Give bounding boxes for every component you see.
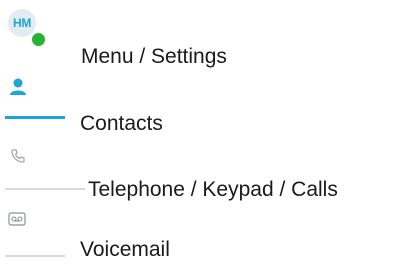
voicemail-label: Voicemail [80, 238, 170, 261]
voicemail-icon [8, 212, 26, 226]
nav-item-contacts[interactable]: Contacts [0, 76, 403, 136]
tab-divider [5, 255, 65, 257]
presence-status-icon [30, 31, 47, 48]
calls-label: Telephone / Keypad / Calls [88, 178, 338, 201]
tab-divider [5, 188, 85, 190]
active-tab-indicator [5, 116, 65, 119]
person-icon [10, 78, 26, 95]
phone-icon [11, 149, 25, 163]
nav-item-calls[interactable]: Telephone / Keypad / Calls [0, 148, 403, 203]
menu-settings-label: Menu / Settings [81, 45, 227, 68]
contacts-label: Contacts [80, 112, 163, 135]
nav-item-voicemail[interactable]: Voicemail [0, 212, 403, 265]
menu-settings-item[interactable]: HM Menu / Settings [0, 0, 403, 70]
